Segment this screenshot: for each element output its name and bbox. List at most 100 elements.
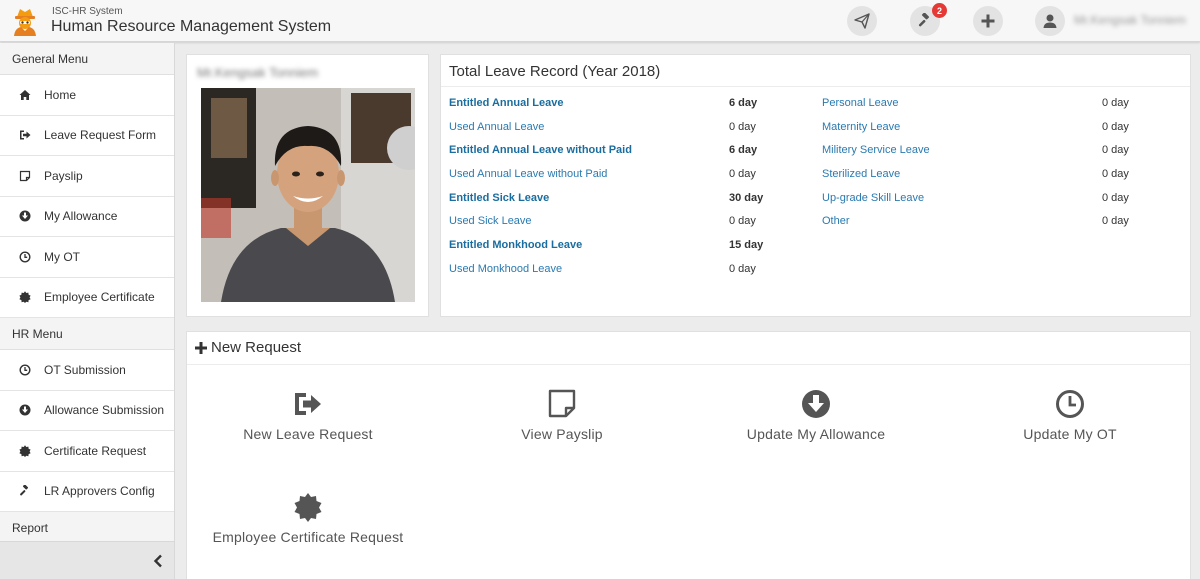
- profile-photo: [201, 88, 415, 302]
- leave-link-used-annual[interactable]: Used Annual Leave: [449, 121, 544, 137]
- clock-icon: [18, 363, 32, 377]
- gavel-icon: [918, 13, 929, 27]
- profile-name: Mr.Kengsak Tonniem: [197, 65, 319, 80]
- update-my-allowance-tile[interactable]: Update My Allowance: [696, 389, 936, 469]
- general-menu-header: General Menu: [0, 43, 174, 75]
- arrow-circle-down-icon: [18, 209, 32, 223]
- sidebar-item-leave-request-form[interactable]: Leave Request Form: [0, 115, 174, 156]
- sidebar-item-my-allowance[interactable]: My Allowance: [0, 196, 174, 237]
- sidebar-item-label: My OT: [44, 249, 80, 264]
- home-icon: [18, 88, 32, 102]
- leave-link-sterilized[interactable]: Sterilized Leave: [822, 168, 900, 184]
- leave-link-used-annual-unpaid[interactable]: Used Annual Leave without Paid: [449, 168, 607, 184]
- leave-link-other[interactable]: Other: [822, 215, 850, 231]
- sidebar-item-label: Home: [44, 87, 77, 102]
- plus-icon: [195, 342, 207, 354]
- note-icon: [548, 389, 576, 418]
- tile-label: Update My OT: [1023, 426, 1117, 442]
- clock-icon: [1056, 390, 1084, 418]
- approvals-button[interactable]: 2: [910, 3, 947, 36]
- leave-value: 0 day: [1102, 144, 1129, 156]
- sidebar-item-payslip[interactable]: Payslip: [0, 156, 174, 197]
- view-payslip-tile[interactable]: View Payslip: [442, 389, 682, 469]
- divider: [441, 86, 1190, 87]
- leave-link-entitled-annual[interactable]: Entitled Annual Leave: [449, 97, 564, 113]
- notification-badge: 2: [932, 3, 947, 18]
- leave-link-used-monkhood[interactable]: Used Monkhood Leave: [449, 263, 562, 279]
- leave-value: 0 day: [729, 168, 756, 180]
- leave-value: 0 day: [729, 215, 756, 227]
- sidebar: General Menu Home Leave Request Form Pay…: [0, 43, 175, 579]
- leave-link-personal[interactable]: Personal Leave: [822, 97, 898, 113]
- sidebar-item-label: Certificate Request: [44, 443, 147, 458]
- leave-value: 30 day: [729, 192, 764, 204]
- new-request-card: New Request New Leave Request View Paysl…: [186, 331, 1191, 579]
- leave-value: 6 day: [729, 144, 758, 156]
- sidebar-collapse-bar: [0, 541, 174, 579]
- leave-link-upgrade-skill[interactable]: Up-grade Skill Leave: [822, 192, 924, 208]
- sidebar-item-report[interactable]: Report: [0, 512, 174, 544]
- certificate-icon: [18, 290, 32, 304]
- chevron-left-icon[interactable]: [152, 554, 164, 568]
- sidebar-item-label: OT Submission: [44, 362, 126, 377]
- leave-link-entitled-annual-unpaid[interactable]: Entitled Annual Leave without Paid: [449, 144, 632, 160]
- leave-value: 0 day: [1102, 97, 1129, 109]
- add-button[interactable]: [973, 6, 1003, 36]
- logo-icon: [14, 9, 36, 36]
- leave-link-entitled-monkhood[interactable]: Entitled Monkhood Leave: [449, 239, 582, 255]
- clock-icon: [18, 250, 32, 264]
- sidebar-item-label: Payslip: [44, 168, 83, 183]
- certificate-icon: [18, 444, 32, 458]
- sidebar-item-label: Allowance Submission: [44, 403, 165, 418]
- arrow-circle-down-icon: [18, 403, 32, 417]
- certificate-icon: [294, 493, 322, 522]
- sidebar-item-label: LR Approvers Config: [44, 484, 155, 499]
- sidebar-item-certificate-request[interactable]: Certificate Request: [0, 431, 174, 472]
- leave-value: 0 day: [1102, 215, 1129, 227]
- leave-value: 15 day: [729, 239, 764, 251]
- update-my-ot-tile[interactable]: Update My OT: [950, 389, 1190, 469]
- sidebar-item-label: My Allowance: [44, 209, 118, 224]
- leave-value: 0 day: [729, 121, 756, 133]
- paper-plane-icon: [854, 13, 870, 29]
- tile-label: View Payslip: [521, 426, 603, 442]
- sidebar-item-lr-approvers-config[interactable]: LR Approvers Config: [0, 471, 174, 512]
- employee-certificate-request-tile[interactable]: Employee Certificate Request: [188, 492, 428, 572]
- user-icon: [1043, 14, 1057, 28]
- leave-value: 0 day: [1102, 168, 1129, 180]
- sidebar-item-label: Leave Request Form: [44, 128, 157, 143]
- plus-icon: [981, 14, 995, 28]
- sidebar-item-label: Employee Certificate: [44, 290, 155, 305]
- leave-link-entitled-sick[interactable]: Entitled Sick Leave: [449, 192, 549, 208]
- sidebar-item-ot-submission[interactable]: OT Submission: [0, 350, 174, 391]
- leave-link-maternity[interactable]: Maternity Leave: [822, 121, 900, 137]
- user-name[interactable]: Mr.Kengsak Tonniem: [1074, 13, 1186, 27]
- hr-menu-header: HR Menu: [0, 318, 174, 350]
- note-icon: [18, 169, 32, 183]
- sidebar-item-allowance-submission[interactable]: Allowance Submission: [0, 390, 174, 431]
- sign-out-icon: [295, 393, 321, 415]
- new-request-title: New Request: [211, 339, 302, 356]
- new-request-header: New Request: [187, 332, 1190, 365]
- leave-value: 0 day: [729, 263, 756, 275]
- tile-label: Update My Allowance: [746, 426, 886, 442]
- app-title: Human Resource Management System: [51, 18, 332, 35]
- gavel-icon: [18, 484, 32, 498]
- leave-value: 6 day: [729, 97, 758, 109]
- leave-value: 0 day: [1102, 192, 1129, 204]
- sidebar-item-my-ot[interactable]: My OT: [0, 237, 174, 278]
- leave-record-card: Total Leave Record (Year 2018) Entitled …: [440, 54, 1191, 317]
- arrow-circle-down-icon: [802, 390, 830, 418]
- user-menu-button[interactable]: [1035, 6, 1065, 36]
- leave-record-title: Total Leave Record (Year 2018): [449, 63, 661, 80]
- sidebar-item-employee-certificate[interactable]: Employee Certificate: [0, 277, 174, 318]
- leave-link-used-sick[interactable]: Used Sick Leave: [449, 215, 532, 231]
- send-button[interactable]: [847, 6, 877, 36]
- tile-label: Employee Certificate Request: [212, 529, 404, 545]
- profile-photo-image: [201, 88, 415, 302]
- tile-label: New Leave Request: [243, 426, 373, 442]
- sign-out-icon: [18, 128, 32, 142]
- leave-link-military-service[interactable]: Militery Service Leave: [822, 144, 930, 160]
- sidebar-item-home[interactable]: Home: [0, 75, 174, 116]
- new-leave-request-tile[interactable]: New Leave Request: [188, 389, 428, 469]
